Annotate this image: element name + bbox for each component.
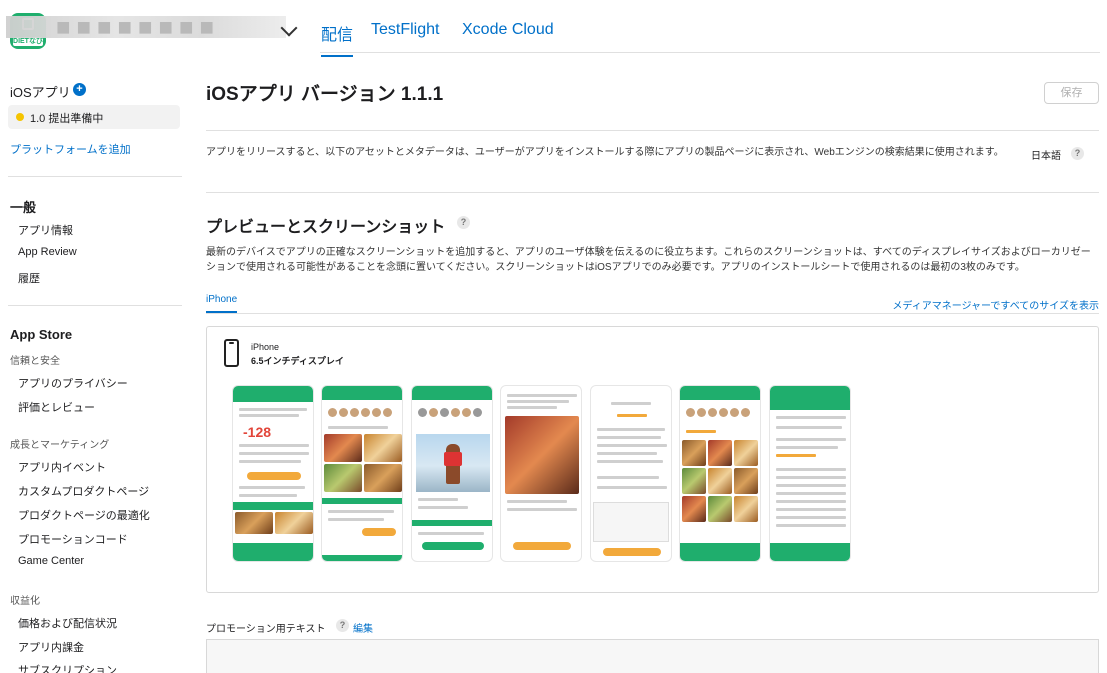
save-button[interactable]: 保存 [1044,82,1099,104]
divider [206,192,1099,193]
help-icon[interactable]: ? [457,216,470,229]
sidebar-divider [8,305,182,306]
sidebar-item-pricing[interactable]: 価格および配信状況 [18,615,117,631]
media-manager-link[interactable]: メディアマネージャーですべてのサイズを表示 [892,297,1099,312]
page-title: iOSアプリ バージョン 1.1.1 [206,84,444,105]
sidebar-item-in-app-purchases[interactable]: アプリ内課金 [18,639,84,655]
version-status-label: 1.0 提出準備中 [30,113,104,125]
sidebar-item-history[interactable]: 履歴 [18,270,40,286]
screenshot-thumbnail[interactable] [769,385,851,562]
language-label[interactable]: 日本語 [1031,147,1061,162]
sidebar-heading-app-store: App Store [10,327,73,342]
screenshot-thumbnail[interactable] [411,385,493,562]
intro-text: アプリをリリースすると、以下のアセットとメタデータは、ユーザーがアプリをインスト… [206,147,1004,158]
sidebar-item-custom-product-pages[interactable]: カスタムプロダクトページ [18,483,149,499]
status-dot-icon [16,113,24,121]
sidebar-item-in-app-events[interactable]: アプリ内イベント [18,459,106,475]
calorie-number: -128 [243,424,272,440]
sidebar-item-privacy[interactable]: アプリのプライバシー [18,375,128,391]
screenshot-thumbnail[interactable]: -128 [232,385,314,562]
sidebar-item-game-center[interactable]: Game Center [18,555,84,567]
tab-testflight[interactable]: TestFlight [371,21,439,39]
sidebar-item-app-info[interactable]: アプリ情報 [18,222,73,238]
device-name: iPhone [251,342,280,352]
sidebar-divider [8,176,182,177]
sidebar-subheading-trust: 信頼と安全 [10,356,60,367]
screenshot-thumbnail[interactable] [679,385,761,562]
screenshot-thumbnail[interactable] [500,385,582,562]
sidebar: iOSアプリ + 1.0 提出準備中 プラットフォームを追加 一般 アプリ情報 … [0,60,190,673]
sidebar-platform-label: iOSアプリ [10,85,71,100]
sidebar-item-subscriptions[interactable]: サブスクリプション [18,662,117,673]
iphone-icon [224,339,239,367]
sidebar-item-product-page-optimization[interactable]: プロダクトページの最適化 [18,507,150,523]
section-title-previews: プレビューとスクリーンショット [206,219,446,236]
device-size: 6.5インチディスプレイ [251,356,344,366]
sidebar-subheading-growth: 成長とマーケティング [10,440,110,451]
section-description: 最新のデバイスでアプリの正確なスクリーンショットを追加すると、アプリのユーザ体験… [206,247,1091,273]
promo-text-field[interactable] [206,639,1099,673]
header-divider [320,52,1100,53]
add-version-plus-icon[interactable]: + [73,83,86,96]
sidebar-item-version[interactable]: 1.0 提出準備中 [8,105,180,129]
tab-iphone[interactable]: iPhone [206,294,238,313]
sidebar-item-app-review[interactable]: App Review [18,246,77,258]
sidebar-item-ratings[interactable]: 評価とレビュー [18,399,95,415]
promo-text-label: プロモーション用テキスト [206,624,326,635]
header: DIETなび ■■■■■■■■ 配信 TestFlight Xcode Clou… [0,0,1107,57]
sidebar-subheading-monetization: 収益化 [10,596,40,607]
sidebar-item-promo-codes[interactable]: プロモーションコード [18,531,128,547]
add-platform-link[interactable]: プラットフォームを追加 [10,141,131,157]
tab-divider [206,313,1099,314]
sidebar-heading-general: 一般 [10,200,37,215]
help-icon[interactable]: ? [1071,147,1084,160]
screenshot-thumbnail[interactable] [590,385,672,562]
help-icon[interactable]: ? [336,619,349,632]
divider [206,130,1099,131]
app-name[interactable]: ■■■■■■■■ [56,14,276,40]
runner-photo [416,434,490,492]
app-icon-badge: DIETなび [13,37,43,46]
screenshot-panel: iPhone 6.5インチディスプレイ -128 [206,326,1099,593]
tab-xcode-cloud[interactable]: Xcode Cloud [462,21,554,39]
promo-edit-link[interactable]: 編集 [353,620,373,635]
screenshot-thumbnail[interactable] [321,385,403,562]
